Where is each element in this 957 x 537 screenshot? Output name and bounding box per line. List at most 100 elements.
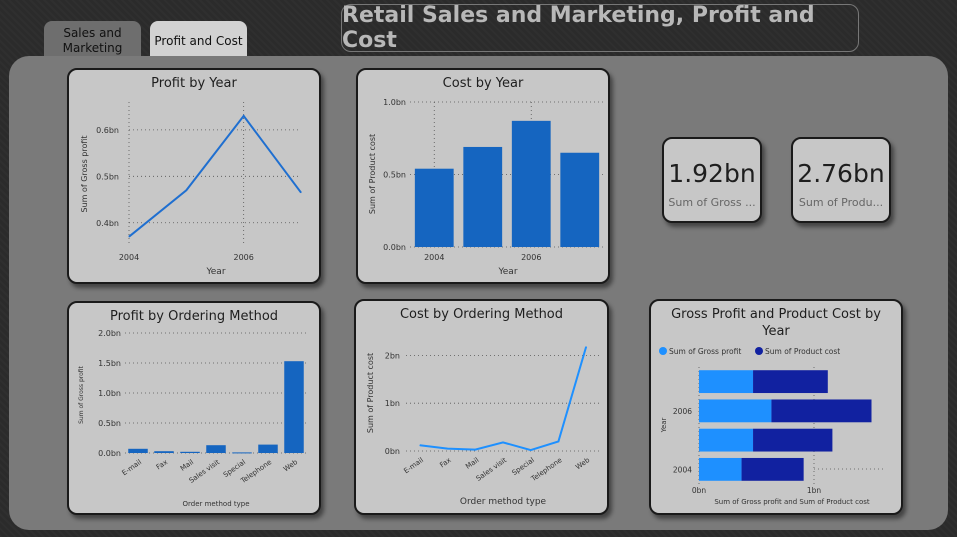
cost-by-year-card[interactable]: Cost by Year 0.0bn 0.5bn 1.0bn 2004 2006 Year… xyxy=(356,68,610,284)
data-point xyxy=(447,448,449,450)
x-tick-label: 2006 xyxy=(521,253,541,262)
x-tick-label: Sales visit xyxy=(475,456,509,483)
tick-label: 0.5bn xyxy=(96,172,119,181)
tab-label-line1: Sales and xyxy=(63,26,122,40)
bar xyxy=(414,168,454,247)
y-axis-title: Sum of Product cost xyxy=(368,134,377,214)
data-point xyxy=(300,192,302,194)
x-tick-label: 2004 xyxy=(119,253,139,262)
bar xyxy=(284,361,304,453)
tick-label: 1.0bn xyxy=(383,98,406,107)
x-tick-label: 2004 xyxy=(424,253,444,262)
legend-marker xyxy=(755,347,763,355)
x-tick-label: E-mail xyxy=(402,456,425,475)
bar-segment xyxy=(753,370,828,394)
data-point xyxy=(474,449,476,451)
tick-label: 2bn xyxy=(385,351,400,360)
tick-label: 1.0bn xyxy=(98,389,121,398)
cost-by-ordering-method-card[interactable]: Cost by Ordering Method 0bn 1bn 2bn E-mail F… xyxy=(354,299,609,515)
bar xyxy=(463,146,503,247)
page-title: Retail Sales and Marketing, Profit and C… xyxy=(341,3,859,53)
x-tick-label: Mail xyxy=(179,458,195,473)
data-point xyxy=(557,440,559,442)
tick-label: 1bn xyxy=(385,399,400,408)
kpi-label: Sum of Gross ... xyxy=(668,196,756,209)
bar xyxy=(154,451,174,453)
bar xyxy=(180,451,200,453)
profit-by-ordering-method-chart: 0.0bn0.5bn1.0bn1.5bn2.0bnE-mail Fax MailSa… xyxy=(78,329,307,508)
data-point xyxy=(185,189,187,191)
cost-by-ordering-method-chart: 0bn1bn2bnE-mail Fax MailSales visit Special… xyxy=(366,346,600,507)
x-axis-title: Order method type xyxy=(460,497,547,507)
bar-segment xyxy=(699,399,772,423)
tick-label: 1.5bn xyxy=(98,359,121,368)
bar xyxy=(511,120,551,247)
tick-label: 0.0bn xyxy=(98,449,121,458)
bar-segment xyxy=(699,457,742,481)
kpi-gross-profit-card[interactable]: 1.92bn Sum of Gross ... xyxy=(662,137,762,223)
series-line xyxy=(128,114,302,238)
bar-segment xyxy=(753,428,833,452)
tick-label: 2.0bn xyxy=(98,329,121,338)
tick-label: 0.0bn xyxy=(383,243,406,252)
profit-by-ordering-method-card[interactable]: Profit by Ordering Method 0.0bn 0.5bn 1.0b… xyxy=(67,301,321,515)
x-tick-label: 2006 xyxy=(233,253,253,262)
series-line xyxy=(419,346,588,452)
tick-label: 0.5bn xyxy=(383,171,406,180)
tab-sales-and-marketing[interactable]: Sales and Marketing xyxy=(44,21,141,61)
x-tick-label: Fax xyxy=(438,456,452,469)
bar xyxy=(560,152,600,247)
bar-segment xyxy=(741,457,804,481)
data-point xyxy=(419,444,421,446)
profit-by-year-card[interactable]: Profit by Year 0.4bn 0.5bn 0.6bn 2004 2006 Ye… xyxy=(67,68,321,284)
tick-label: 0.6bn xyxy=(96,126,119,135)
tick-label: 0.4bn xyxy=(96,219,119,228)
cost-by-year-chart: 0.0bn 0.5bn 1.0bn 2004 2006 Year Sum of Produc… xyxy=(368,98,604,277)
gross-profit-and-cost-by-year-card[interactable]: Gross Profit and Product Cost by Year Su… xyxy=(649,299,903,515)
y-tick-label: 2006 xyxy=(673,407,692,416)
x-tick-label: Fax xyxy=(155,458,169,471)
kpi-value: 2.76bn xyxy=(797,159,885,188)
bar xyxy=(206,445,226,453)
bar-segment xyxy=(699,370,754,394)
legend-marker xyxy=(659,347,667,355)
kpi-product-cost-card[interactable]: 2.76bn Sum of Produ... xyxy=(791,137,891,223)
x-axis-title: Year xyxy=(205,267,225,277)
y-axis-title: Year xyxy=(660,417,668,433)
kpi-label: Sum of Produ... xyxy=(798,196,884,209)
tab-label-line2: Marketing xyxy=(62,41,123,55)
tick-label: 0.5bn xyxy=(98,419,121,428)
legend-label: Sum of Gross profit xyxy=(669,347,741,356)
y-axis-title: Sum of Product cost xyxy=(366,353,375,433)
data-point xyxy=(530,449,532,451)
legend-label: Sum of Product cost xyxy=(765,347,840,356)
y-tick-label: 2004 xyxy=(673,465,692,474)
kpi-value: 1.92bn xyxy=(668,159,756,188)
bar xyxy=(258,444,278,453)
x-tick-label: 0bn xyxy=(692,486,707,495)
x-axis-title: Order method type xyxy=(182,500,249,508)
y-axis-title: Sum of Gross profit xyxy=(80,135,89,212)
bar xyxy=(128,448,148,453)
data-point xyxy=(243,115,245,117)
y-axis-title: Sum of Gross profit xyxy=(78,365,85,423)
x-axis-title: Sum of Gross profit and Sum of Product c… xyxy=(714,498,870,506)
x-tick-label: E-mail xyxy=(121,458,144,477)
x-tick-label: Web xyxy=(574,456,592,472)
data-point xyxy=(128,236,130,238)
bar xyxy=(232,452,252,454)
profit-by-year-chart: 0.4bn 0.5bn 0.6bn 2004 2006 Year Sum of Gross … xyxy=(80,102,302,277)
x-tick-label: Web xyxy=(282,458,300,474)
tab-label: Profit and Cost xyxy=(154,33,243,48)
tab-profit-and-cost[interactable]: Profit and Cost xyxy=(150,21,247,61)
x-tick-label: Telephone xyxy=(529,456,564,484)
data-point xyxy=(585,346,587,348)
x-axis-title: Year xyxy=(497,267,517,277)
bar-segment xyxy=(699,428,754,452)
gross-profit-and-cost-by-year-chart: Sum of Gross profit Sum of Product cost 0b… xyxy=(659,347,883,506)
x-tick-label: 1bn xyxy=(807,486,822,495)
bar-segment xyxy=(771,399,872,423)
data-point xyxy=(502,441,504,443)
x-tick-label: Mail xyxy=(464,456,480,471)
tick-label: 0bn xyxy=(385,447,400,456)
